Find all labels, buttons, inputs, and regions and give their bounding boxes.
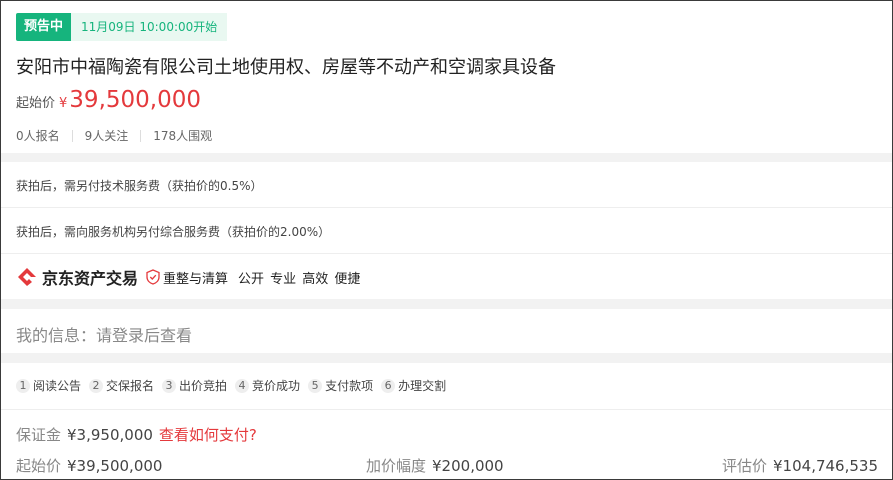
tech-service-fee-note: 获拍后，需另付技术服务费（获拍价的0.5%）	[16, 179, 263, 193]
participation-stats: 0人报名 9人关注 178人围观	[16, 127, 212, 144]
step-number: 6	[381, 378, 396, 393]
bid-increment-label: 加价幅度	[366, 457, 427, 475]
appraisal-price-label: 评估价	[722, 457, 768, 475]
step-number: 3	[162, 378, 177, 393]
brand-service-tag: 重整与清算	[163, 271, 229, 287]
step-handover: 6 办理交割	[381, 377, 446, 394]
bottom-start-price: 起始价 ¥39,500,000	[16, 455, 162, 476]
divider	[1, 207, 892, 208]
my-info-login-prompt[interactable]: 我的信息：请登录后查看	[16, 322, 192, 346]
step-number: 4	[235, 378, 250, 393]
signup-count: 0人报名	[16, 129, 60, 143]
section-gap	[1, 353, 892, 363]
bottom-start-price-value: ¥39,500,000	[67, 457, 163, 475]
start-price-value: 39,500,000	[69, 87, 201, 113]
deposit-row: 保证金 ¥3,950,000 查看如何支付?	[16, 424, 257, 445]
currency-symbol: ¥	[59, 96, 68, 111]
step-label: 出价竞拍	[179, 379, 228, 393]
divider	[140, 129, 142, 142]
section-gap	[1, 299, 892, 309]
section-gap	[1, 153, 892, 162]
divider	[1, 409, 892, 410]
divider	[71, 129, 73, 142]
auction-detail-panel: 预告中 11月09日 10:00:00开始 安阳市中福陶瓷有限公司土地使用权、房…	[0, 0, 893, 480]
start-price-label: 起始价	[16, 96, 56, 111]
appraisal-price: 评估价 ¥104,746,535	[722, 455, 878, 476]
step-read-notice: 1 阅读公告	[16, 377, 81, 394]
shield-check-icon	[146, 269, 160, 285]
step-win: 4 竞价成功	[235, 377, 300, 394]
follow-count: 9人关注	[84, 129, 129, 143]
auction-status-header: 预告中 11月09日 10:00:00开始	[16, 13, 228, 41]
step-number: 2	[89, 378, 104, 393]
appraisal-price-value: ¥104,746,535	[773, 457, 878, 475]
deposit-label: 保证金	[16, 426, 62, 444]
status-badge: 预告中	[16, 13, 72, 41]
step-deposit-signup: 2 交保报名	[89, 377, 154, 394]
service-provider-brand[interactable]: 京东资产交易 重整与清算 公开 专业 高效 便捷	[16, 265, 360, 289]
step-number: 1	[16, 378, 30, 393]
step-bidding: 3 出价竞拍	[162, 377, 227, 394]
auction-steps: 1 阅读公告 2 交保报名 3 出价竞拍 4 竞价成功 5 支付款项 6 办理交割	[16, 377, 454, 394]
brand-slogan: 公开 专业 高效 便捷	[238, 271, 361, 287]
step-label: 支付款项	[325, 379, 374, 393]
view-count: 178人围观	[153, 129, 213, 143]
step-payment: 5 支付款项	[308, 377, 373, 394]
item-title: 安阳市中福陶瓷有限公司土地使用权、房屋等不动产和空调家具设备	[16, 57, 556, 78]
bid-increment-value: ¥200,000	[432, 457, 504, 475]
jd-asset-logo-icon	[18, 268, 36, 286]
divider	[1, 253, 892, 254]
step-label: 阅读公告	[33, 379, 82, 393]
how-to-pay-link[interactable]: 查看如何支付?	[159, 424, 257, 445]
comprehensive-service-fee-note: 获拍后，需向服务机构另付综合服务费（获拍价的2.00%）	[16, 225, 331, 239]
step-label: 竞价成功	[252, 379, 301, 393]
bid-increment: 加价幅度 ¥200,000	[366, 455, 504, 476]
start-price-row: 起始价 ¥ 39,500,000	[16, 87, 201, 113]
bottom-start-price-label: 起始价	[16, 457, 62, 475]
step-label: 办理交割	[398, 379, 447, 393]
deposit-value: ¥3,950,000	[67, 426, 153, 444]
step-label: 交保报名	[106, 379, 155, 393]
brand-name: 京东资产交易	[42, 269, 139, 288]
start-time-tag: 11月09日 10:00:00开始	[71, 13, 228, 41]
step-number: 5	[308, 378, 323, 393]
